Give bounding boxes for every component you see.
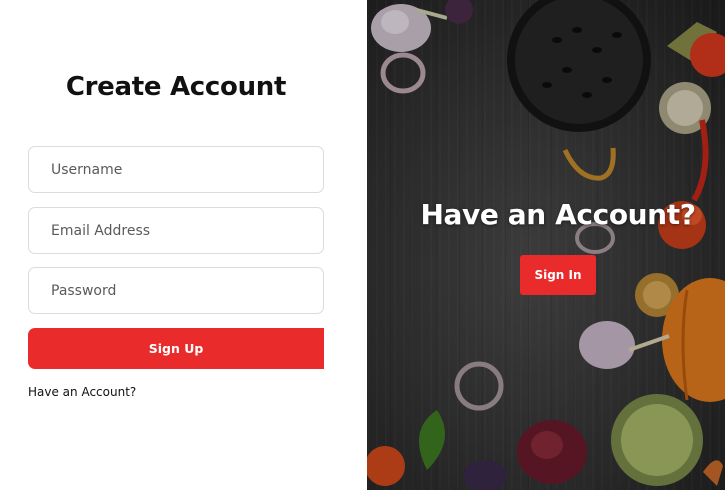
page-title: Create Account: [65, 72, 287, 102]
signin-panel: Have an Account? Sign In: [367, 0, 725, 490]
signup-button[interactable]: Sign Up: [28, 328, 324, 369]
panel-title: Have an Account?: [420, 198, 696, 231]
dark-overlay: [367, 0, 725, 490]
signup-panel: Create Account Sign Up Have an Account?: [0, 0, 367, 490]
username-field[interactable]: [28, 146, 324, 193]
email-field[interactable]: [28, 207, 324, 254]
password-field[interactable]: [28, 267, 324, 314]
signin-button[interactable]: Sign In: [520, 255, 596, 295]
have-account-link[interactable]: Have an Account?: [28, 385, 136, 399]
